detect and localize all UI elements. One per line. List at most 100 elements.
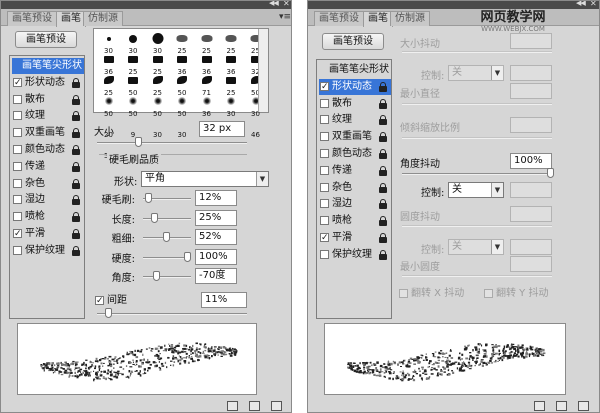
option-checkbox[interactable]: [13, 245, 22, 255]
option-item[interactable]: 颜色动态: [12, 142, 84, 158]
option-item[interactable]: 传递: [12, 159, 84, 175]
size-input[interactable]: 32 px: [199, 121, 245, 137]
size-slider-track[interactable]: [97, 142, 247, 144]
brush-tip-cell[interactable]: 30: [170, 115, 195, 140]
tab-clone-source[interactable]: 仿制源: [83, 11, 123, 26]
angle-jitter-slider-thumb[interactable]: [547, 168, 554, 178]
option-item[interactable]: 散布: [12, 92, 84, 108]
lock-icon[interactable]: [72, 229, 80, 239]
option-checkbox[interactable]: [13, 94, 22, 104]
bristle-row-slider-thumb[interactable]: [151, 212, 158, 223]
grid-icon[interactable]: [556, 401, 567, 411]
lock-icon[interactable]: [72, 145, 80, 155]
option-item[interactable]: 平滑: [12, 226, 84, 242]
bristle-row-input[interactable]: 52%: [195, 229, 237, 245]
option-checkbox[interactable]: [320, 80, 329, 95]
option-item[interactable]: 颜色动态: [319, 146, 391, 162]
option-checkbox[interactable]: [13, 76, 22, 91]
tab-brush-presets[interactable]: 画笔预设: [314, 11, 364, 26]
brush-toggle-icon[interactable]: [227, 401, 238, 411]
option-checkbox[interactable]: [320, 249, 329, 259]
lock-icon[interactable]: [72, 195, 80, 206]
option-checkbox[interactable]: [13, 161, 22, 171]
bristle-row-input[interactable]: -70度: [195, 268, 237, 284]
option-checkbox[interactable]: [320, 149, 329, 158]
bristle-row-slider-thumb[interactable]: [153, 271, 161, 281]
lock-icon[interactable]: [72, 245, 80, 256]
option-item[interactable]: 喷枪: [319, 213, 391, 229]
option-item[interactable]: 杂色: [12, 176, 84, 192]
spacing-slider-track[interactable]: [97, 313, 247, 315]
spacing-slider-thumb[interactable]: [104, 308, 112, 318]
option-item[interactable]: 形状动态: [12, 75, 84, 91]
option-item[interactable]: 传递: [319, 163, 391, 179]
lock-icon[interactable]: [72, 128, 80, 139]
bristle-row-slider-thumb[interactable]: [184, 251, 191, 262]
lock-icon[interactable]: [379, 132, 387, 143]
bristle-row-slider-thumb[interactable]: [145, 193, 153, 203]
bristle-row-input[interactable]: 12%: [195, 190, 237, 206]
option-checkbox[interactable]: [13, 195, 22, 205]
option-item[interactable]: 喷枪: [12, 209, 84, 225]
new-brush-icon[interactable]: [578, 401, 589, 411]
option-item[interactable]: 画笔笔尖形状: [319, 62, 391, 78]
spacing-toggle[interactable]: 间距: [94, 293, 154, 309]
option-checkbox[interactable]: [13, 111, 22, 121]
angle-jitter-slider-track[interactable]: [402, 173, 552, 175]
new-brush-icon[interactable]: [271, 401, 282, 411]
option-item[interactable]: 湿边: [12, 192, 84, 208]
tab-brush[interactable]: 画笔: [56, 11, 86, 27]
angle-jitter-input[interactable]: 100%: [510, 153, 552, 169]
lock-icon[interactable]: [379, 182, 387, 193]
option-checkbox[interactable]: [320, 132, 329, 142]
lock-icon[interactable]: [72, 212, 80, 223]
option-checkbox[interactable]: [320, 231, 329, 246]
option-checkbox[interactable]: [320, 199, 329, 209]
option-item[interactable]: 散布: [319, 96, 391, 112]
collapse-icon[interactable]: ◀◀: [269, 1, 279, 7]
brush-grid-scrollbar[interactable]: [258, 29, 268, 112]
option-item[interactable]: 双重画笔: [12, 125, 84, 141]
option-checkbox[interactable]: [13, 212, 22, 222]
brush-tip-cell[interactable]: 30: [145, 115, 170, 140]
lock-icon[interactable]: [379, 216, 387, 227]
close-panel-icon[interactable]: ✕: [590, 1, 597, 8]
lock-icon[interactable]: [72, 94, 80, 105]
close-panel-icon[interactable]: ✕: [283, 1, 290, 8]
brush-tip-cell[interactable]: 46: [243, 115, 268, 140]
lock-icon[interactable]: [379, 233, 387, 243]
option-item[interactable]: 杂色: [319, 180, 391, 196]
option-checkbox[interactable]: [320, 115, 329, 125]
option-item[interactable]: 画笔笔尖形状: [12, 58, 84, 74]
grid-icon[interactable]: [249, 401, 260, 411]
tab-clone-source[interactable]: 仿制源: [390, 11, 430, 26]
lock-icon[interactable]: [379, 165, 387, 176]
option-item[interactable]: 形状动态: [319, 78, 391, 95]
option-checkbox[interactable]: [320, 182, 329, 192]
option-item[interactable]: 纹理: [319, 112, 391, 128]
spacing-checkbox[interactable]: [95, 294, 104, 309]
tab-brush-presets[interactable]: 画笔预设: [7, 11, 57, 26]
option-checkbox[interactable]: [13, 227, 22, 242]
bristle-row-slider-thumb[interactable]: [162, 232, 170, 242]
brush-toggle-icon[interactable]: [534, 401, 545, 411]
brush-presets-button[interactable]: 画笔预设: [322, 33, 384, 50]
chevron-down-icon[interactable]: ▼: [491, 183, 503, 197]
lock-icon[interactable]: [379, 199, 387, 210]
option-checkbox[interactable]: [320, 98, 329, 108]
angle-control-select[interactable]: 关 ▼: [448, 182, 504, 198]
option-item[interactable]: 保护纹理: [319, 247, 391, 263]
lock-icon[interactable]: [379, 81, 387, 92]
lock-icon[interactable]: [379, 98, 387, 109]
option-item[interactable]: 平滑: [319, 230, 391, 246]
option-checkbox[interactable]: [320, 165, 329, 175]
option-item[interactable]: 保护纹理: [12, 243, 84, 259]
collapse-icon[interactable]: ◀◀: [576, 1, 586, 7]
option-checkbox[interactable]: [13, 128, 22, 138]
lock-icon[interactable]: [72, 178, 80, 189]
size-slider-thumb[interactable]: [134, 137, 142, 147]
spacing-input[interactable]: 11%: [201, 292, 247, 308]
brush-presets-button[interactable]: 画笔预设: [15, 31, 77, 48]
lock-icon[interactable]: [72, 111, 80, 122]
chevron-down-icon[interactable]: ▼: [256, 172, 268, 186]
